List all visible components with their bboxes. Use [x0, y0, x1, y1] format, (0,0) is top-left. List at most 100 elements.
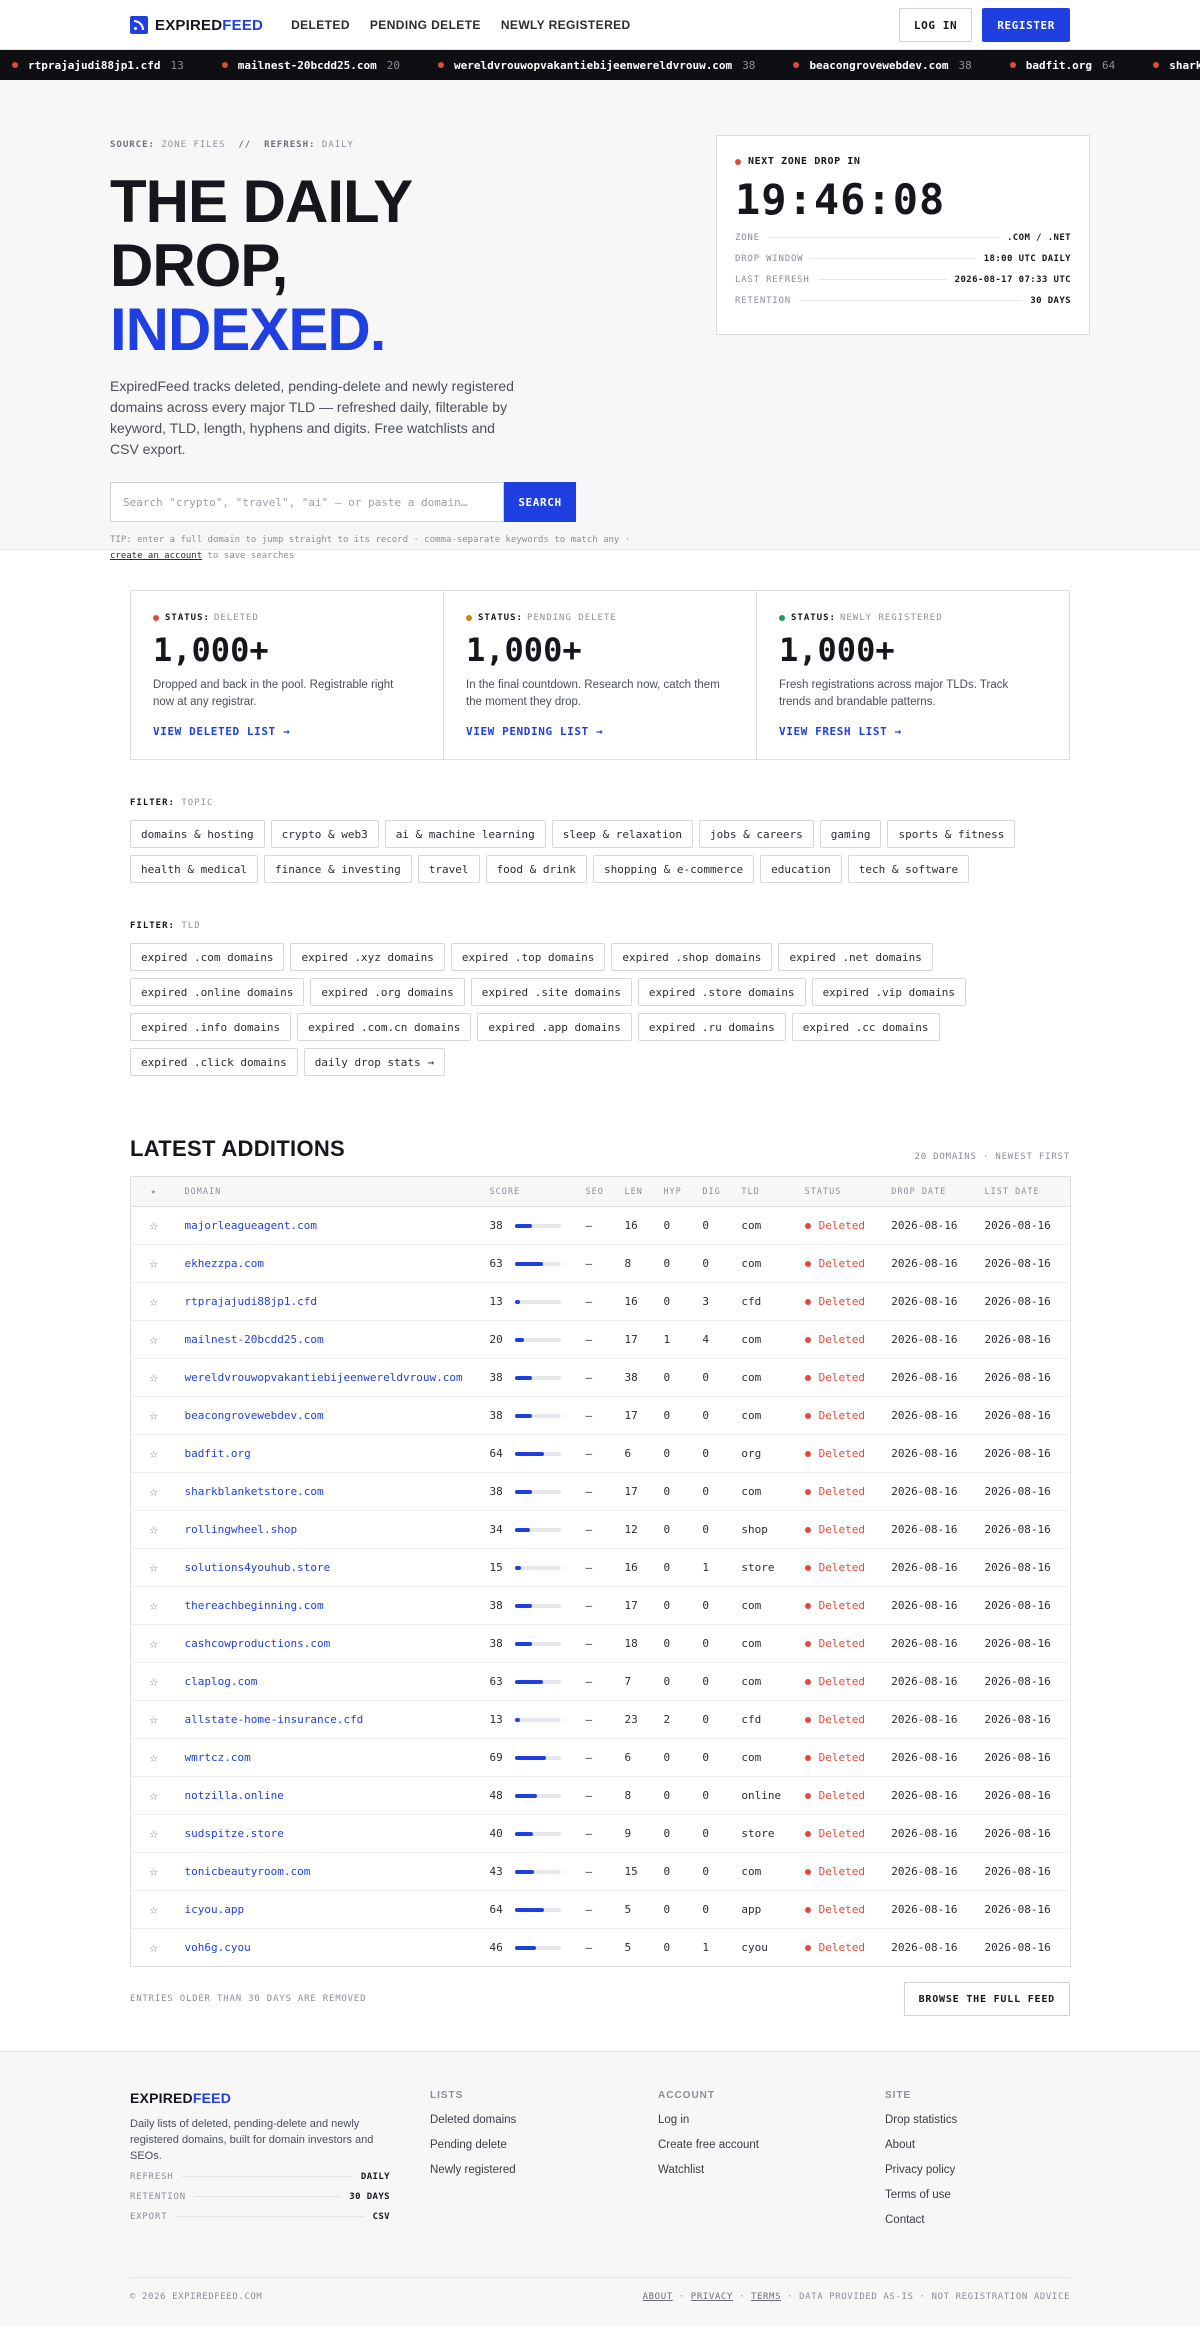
table-row[interactable]: ☆ cashcowproductions.com 38—18 0 0 com Deleted… [130, 1624, 1071, 1663]
domain-link[interactable]: notzilla.online [176, 1776, 482, 1815]
tld-chip[interactable]: expired .app domains [477, 1013, 632, 1041]
table-row[interactable]: ☆ sharkblanketstore.com 38—17 0 0 com Deleted 2… [130, 1472, 1071, 1511]
column-header[interactable]: DOMAIN [176, 1176, 482, 1207]
table-row[interactable]: ☆ notzilla.online 48—8 0 0 online Deleted 2026-… [130, 1776, 1071, 1815]
footer-link[interactable]: Contact [885, 2214, 957, 2226]
ticker-item[interactable]: badfit.org 64 [1009, 59, 1115, 72]
domain-link[interactable]: wereldvrouwopvakantiebijeenwereldvrouw.c… [176, 1358, 482, 1397]
footer-link[interactable]: Newly registered [430, 2164, 516, 2176]
footer-link[interactable]: Watchlist [658, 2164, 759, 2176]
tld-chip[interactable]: expired .top domains [450, 943, 606, 971]
domain-link[interactable]: badfit.org [176, 1434, 482, 1473]
column-header[interactable]: DIG [694, 1176, 734, 1207]
column-header[interactable]: HYP [655, 1176, 695, 1207]
create-account-link[interactable]: create an account [110, 551, 202, 561]
tld-chip[interactable]: expired .xyz domains [290, 943, 445, 971]
view-pending-link[interactable]: VIEW PENDING LIST → [466, 725, 734, 738]
table-row[interactable]: ☆ rollingwheel.shop 34—12 0 0 shop Deleted 2026… [130, 1510, 1071, 1549]
topic-chip[interactable]: crypto & web3 [270, 820, 379, 848]
footer-link[interactable]: Deleted domains [430, 2114, 516, 2126]
table-row[interactable]: ☆ wmrtcz.com 69—6 0 0 com Deleted 2026-08-16 202… [130, 1738, 1071, 1777]
star-icon[interactable]: ☆ [130, 1282, 177, 1321]
tld-chip[interactable]: expired .cc domains [791, 1013, 940, 1041]
footer-link[interactable]: About [885, 2139, 957, 2151]
footer-link[interactable]: Drop statistics [885, 2114, 957, 2126]
tld-chip[interactable]: daily drop stats → [303, 1048, 445, 1076]
topic-chip[interactable]: shopping & e-commerce [593, 855, 755, 883]
star-icon[interactable]: ☆ [130, 1206, 177, 1245]
table-row[interactable]: ☆ wereldvrouwopvakantiebijeenwereldvrouw.… [130, 1358, 1071, 1397]
tld-chip[interactable]: expired .vip domains [811, 978, 967, 1006]
tld-chip[interactable]: expired .info domains [130, 1013, 292, 1041]
star-icon[interactable]: ☆ [130, 1776, 177, 1815]
domain-link[interactable]: ekhezzpa.com [176, 1244, 482, 1283]
domain-link[interactable]: majorleagueagent.com [176, 1206, 482, 1245]
ticker-item[interactable]: sharkblan [1153, 59, 1200, 72]
domain-link[interactable]: beacongrovewebdev.com [176, 1396, 482, 1435]
star-icon[interactable]: ☆ [130, 1890, 177, 1929]
footer-logo[interactable]: EXPIRED FEED [130, 2090, 390, 2106]
footer-link[interactable]: Create free account [658, 2139, 759, 2151]
star-icon[interactable]: ☆ [130, 1738, 177, 1777]
domain-link[interactable]: thereachbeginning.com [176, 1586, 482, 1625]
domain-link[interactable]: tonicbeautyroom.com [176, 1852, 482, 1891]
domain-link[interactable]: icyou.app [176, 1890, 482, 1929]
topic-chip[interactable]: sports & fitness [887, 820, 1016, 848]
nav-link-pending-delete[interactable]: PENDING DELETE [370, 18, 481, 32]
star-icon[interactable]: ☆ [130, 1472, 177, 1511]
table-row[interactable]: ☆ majorleagueagent.com 38—16 0 0 com Deleted 20… [130, 1206, 1071, 1245]
star-icon[interactable]: ☆ [130, 1244, 177, 1283]
tld-chip[interactable]: expired .shop domains [611, 943, 773, 971]
terms-link[interactable]: TERMS [751, 2292, 781, 2302]
ticker-item[interactable]: mailnest-20bcdd25.com 20 [221, 59, 400, 72]
domain-link[interactable]: solutions4youhub.store [176, 1548, 482, 1587]
column-header[interactable]: TLD [733, 1176, 797, 1207]
domain-link[interactable]: sharkblanketstore.com [176, 1472, 482, 1511]
ticker-item[interactable]: beacongrovewebdev.com 38 [793, 59, 972, 72]
topic-chip[interactable]: ai & machine learning [384, 820, 546, 848]
star-icon[interactable]: ☆ [130, 1586, 177, 1625]
star-icon[interactable]: ☆ [130, 1434, 177, 1473]
nav-link-newly-registered[interactable]: NEWLY REGISTERED [501, 18, 631, 32]
column-header[interactable]: LEN [616, 1176, 656, 1207]
domain-link[interactable]: rtprajajudi88jp1.cfd [176, 1282, 482, 1321]
domain-link[interactable]: wmrtcz.com [176, 1738, 482, 1777]
search-button[interactable]: SEARCH [504, 482, 576, 522]
table-row[interactable]: ☆ sudspitze.store 40—9 0 0 store Deleted 2026-0… [130, 1814, 1071, 1853]
table-row[interactable]: ☆ beacongrovewebdev.com 38—17 0 0 com Deleted 2… [130, 1396, 1071, 1435]
topic-chip[interactable]: jobs & careers [698, 820, 814, 848]
table-row[interactable]: ☆ claplog.com 63—7 0 0 com Deleted 2026-08-16 20… [130, 1662, 1071, 1701]
tld-chip[interactable]: expired .com domains [130, 943, 285, 971]
topic-chip[interactable]: health & medical [130, 855, 258, 883]
footer-link[interactable]: Pending delete [430, 2139, 516, 2151]
domain-link[interactable]: allstate-home-insurance.cfd [176, 1700, 482, 1739]
tld-chip[interactable]: expired .net domains [778, 943, 933, 971]
star-icon[interactable]: ☆ [130, 1852, 177, 1891]
star-icon[interactable]: ☆ [130, 1510, 177, 1549]
star-icon[interactable]: ☆ [130, 1548, 177, 1587]
domain-link[interactable]: cashcowproductions.com [176, 1624, 482, 1663]
view-fresh-link[interactable]: VIEW FRESH LIST → [779, 725, 1047, 738]
table-row[interactable]: ☆ tonicbeautyroom.com 43—15 0 0 com Deleted 202… [130, 1852, 1071, 1891]
footer-link[interactable]: Log in [658, 2114, 759, 2126]
star-icon[interactable]: ☆ [130, 1358, 177, 1397]
column-header[interactable]: LIST DATE [976, 1176, 1071, 1207]
tld-chip[interactable]: expired .com.cn domains [297, 1013, 472, 1041]
table-row[interactable]: ☆ thereachbeginning.com 38—17 0 0 com Deleted 2… [130, 1586, 1071, 1625]
tld-chip[interactable]: expired .org domains [310, 978, 465, 1006]
footer-link[interactable]: Terms of use [885, 2189, 957, 2201]
table-row[interactable]: ☆ badfit.org 64—6 0 0 org Deleted 2026-08-16 202… [130, 1434, 1071, 1473]
topic-chip[interactable]: finance & investing [263, 855, 412, 883]
about-link[interactable]: ABOUT [643, 2292, 673, 2302]
ticker-item[interactable]: wereldvrouwopvakantiebijeenwereldvrouw.c… [438, 59, 755, 72]
topic-chip[interactable]: travel [417, 855, 480, 883]
tld-chip[interactable]: expired .site domains [470, 978, 632, 1006]
brand-logo[interactable]: EXPIRED FEED [130, 16, 263, 34]
domain-link[interactable]: claplog.com [176, 1662, 482, 1701]
login-button[interactable]: LOG IN [898, 8, 973, 42]
column-header[interactable]: DROP DATE [883, 1176, 977, 1207]
footer-link[interactable]: Privacy policy [885, 2164, 957, 2176]
domain-link[interactable]: rollingwheel.shop [176, 1510, 482, 1549]
star-icon[interactable]: ☆ [130, 1396, 177, 1435]
star-icon[interactable]: ☆ [130, 1662, 177, 1701]
